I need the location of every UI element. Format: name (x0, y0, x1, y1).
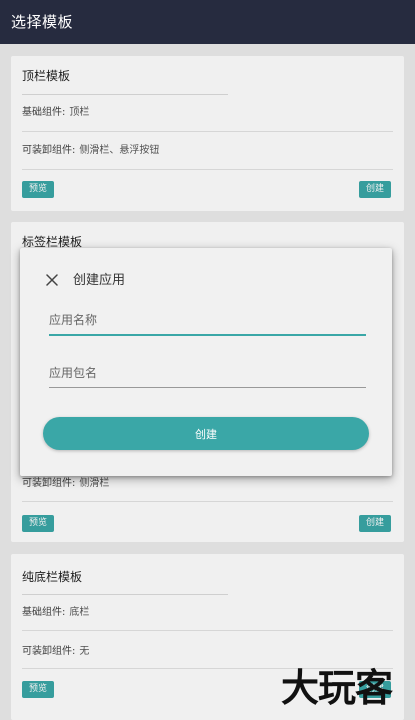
dialog-create-button[interactable]: 创建 (43, 417, 369, 450)
page-title: 选择模板 (11, 13, 74, 31)
dialog-title: 创建应用 (73, 273, 126, 288)
close-button[interactable] (46, 273, 60, 287)
watermark: 大玩客 (281, 666, 393, 710)
app-bar: 选择模板 (0, 0, 415, 44)
create-app-dialog: 创建应用 创建 (20, 248, 392, 476)
close-icon (46, 274, 58, 286)
package-name-input[interactable] (49, 362, 366, 388)
app-name-input[interactable] (49, 310, 366, 336)
